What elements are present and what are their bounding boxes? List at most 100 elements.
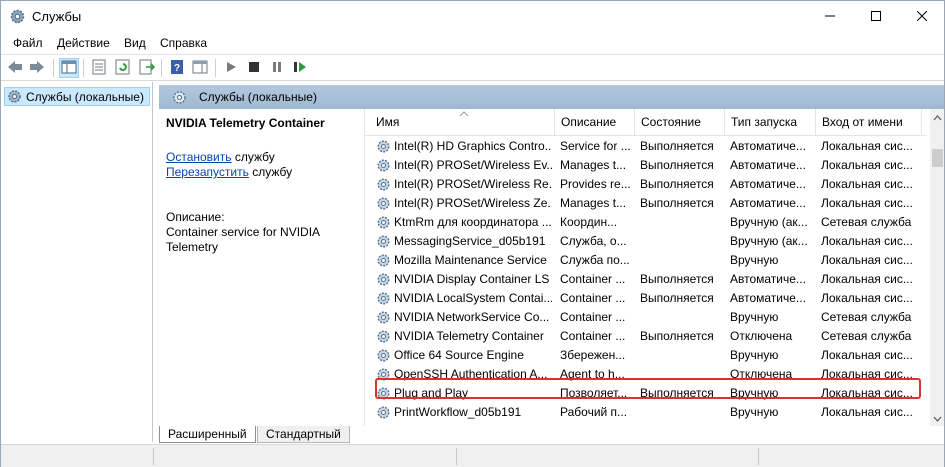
show-action-pane-button[interactable] <box>190 58 210 78</box>
service-gear-icon <box>376 158 391 173</box>
service-gear-icon <box>376 196 391 211</box>
table-row[interactable]: Intel(R) PROSet/Wireless Ze... Manages t.… <box>365 194 927 213</box>
column-header-name[interactable]: Имя <box>370 109 555 136</box>
cell-description: Service for ... <box>560 139 631 153</box>
column-header-description[interactable]: Описание <box>555 109 635 136</box>
cell-name: Intel(R) HD Graphics Contro... <box>376 137 552 156</box>
cell-name: OpenSSH Authentication A... <box>376 365 552 384</box>
column-header-status[interactable]: Состояние <box>635 109 725 136</box>
console-tree-icon <box>61 60 77 77</box>
cell-status: Выполняется <box>640 177 714 191</box>
service-gear-icon <box>376 310 391 325</box>
cell-description: Agent to h... <box>560 367 625 381</box>
table-row[interactable]: Office 64 Source Engine Збережен... Вручну… <box>365 346 927 365</box>
properties-button[interactable] <box>89 58 109 78</box>
cell-status <box>640 213 725 232</box>
cell-log-on-as: Сетевая служба <box>821 310 912 324</box>
chevron-down-icon <box>933 411 942 425</box>
menu-bar: Файл Действие Вид Справка <box>1 33 944 53</box>
table-row[interactable]: Intel(R) PROSet/Wireless Ev... Manages t.… <box>365 156 927 175</box>
table-row[interactable]: KtmRm для координатора ... Координ... Вруч… <box>365 213 927 232</box>
back-button[interactable] <box>5 58 25 78</box>
restart-service-link[interactable]: Перезапустить <box>166 165 249 179</box>
scrollbar-thumb[interactable] <box>932 149 943 167</box>
cell-description: Позволяет... <box>560 386 628 400</box>
menu-action[interactable]: Действие <box>57 36 110 50</box>
column-header-log-on-as[interactable]: Вход от имени <box>816 109 922 136</box>
window-title: Службы <box>32 9 82 24</box>
tab-standard[interactable]: Стандартный <box>257 426 350 443</box>
cell-name: MessagingService_d05b191 <box>376 232 552 251</box>
cell-startup-type: Автоматиче... <box>730 139 806 153</box>
cell-name: Intel(R) PROSet/Wireless Ze... <box>376 194 552 213</box>
table-row[interactable]: NVIDIA LocalSystem Contai... Container ..… <box>365 289 927 308</box>
cell-description: Рабочий п... <box>560 405 628 419</box>
table-row[interactable]: Intel(R) PROSet/Wireless Re... Provides r… <box>365 175 927 194</box>
table-row[interactable]: NVIDIA NetworkService Co... Container ...… <box>365 308 927 327</box>
cell-description: Container ... <box>560 291 626 305</box>
table-row[interactable]: OpenSSH Authentication A... Agent to h...… <box>365 365 927 384</box>
vertical-scrollbar[interactable] <box>930 109 944 426</box>
export-list-button[interactable] <box>137 58 157 78</box>
stop-service-button[interactable] <box>244 58 264 78</box>
stop-service-link[interactable]: Остановить <box>166 150 232 164</box>
cell-description: Служба по... <box>560 253 630 267</box>
cell-startup-type: Отключена <box>730 329 793 343</box>
services-gear-icon <box>9 8 26 25</box>
table-row[interactable]: NVIDIA Display Container LS Container ...… <box>365 270 927 289</box>
cell-log-on-as: Локальная сис... <box>821 348 913 362</box>
table-row[interactable]: Intel(R) HD Graphics Contro... Service fo… <box>365 137 927 156</box>
title-bar: Службы <box>1 1 944 32</box>
cell-startup-type: Вручную <box>730 405 779 419</box>
cell-log-on-as: Локальная сис... <box>821 272 913 286</box>
table-row[interactable]: Plug and Play Позволяет... Выполняется Вруч… <box>365 384 927 403</box>
restart-service-button[interactable] <box>290 58 310 78</box>
forward-button[interactable] <box>27 58 47 78</box>
scroll-up-button[interactable] <box>930 109 944 125</box>
tree-item-services-local[interactable]: Службы (локальные) <box>4 87 150 106</box>
help-button[interactable]: ? <box>167 58 187 78</box>
stop-service-suffix: службу <box>231 150 275 164</box>
stop-icon <box>248 61 260 76</box>
cell-startup-type: Вручную <box>730 348 779 362</box>
tab-extended[interactable]: Расширенный <box>159 426 256 443</box>
close-button[interactable] <box>899 1 945 32</box>
cell-name: Intel(R) PROSet/Wireless Re... <box>376 175 552 194</box>
cell-name: NVIDIA Display Container LS <box>376 270 552 289</box>
table-row[interactable]: NVIDIA Telemetry Container Container ... В… <box>365 327 927 346</box>
table-row[interactable]: Mozilla Maintenance Service Служба по... В… <box>365 251 927 270</box>
service-name-label: Plug and Play <box>394 386 469 400</box>
minimize-button[interactable] <box>807 1 853 32</box>
column-header-startup-type[interactable]: Тип запуска <box>725 109 816 136</box>
service-gear-icon <box>376 215 391 230</box>
table-row[interactable]: MessagingService_d05b191 Служба, о... Вруч… <box>365 232 927 251</box>
close-icon <box>916 10 928 24</box>
action-pane-icon <box>192 60 208 77</box>
scroll-down-button[interactable] <box>930 410 944 426</box>
show-hide-console-tree-button[interactable] <box>59 58 79 78</box>
maximize-button[interactable] <box>853 1 899 32</box>
service-name-label: Intel(R) PROSet/Wireless Re... <box>394 177 552 191</box>
start-service-button[interactable] <box>221 58 241 78</box>
menu-view[interactable]: Вид <box>124 36 146 50</box>
menu-file[interactable]: Файл <box>13 36 43 50</box>
back-arrow-icon <box>7 60 23 77</box>
cell-status <box>640 308 725 327</box>
export-icon <box>139 59 156 78</box>
refresh-button[interactable] <box>113 58 133 78</box>
cell-description: Координ... <box>560 215 618 229</box>
table-row[interactable]: PrintWorkflow_d05b191 Рабочий п... Вручную… <box>365 403 927 422</box>
cell-name: PrintWorkflow_d05b191 <box>376 403 552 422</box>
properties-icon <box>92 59 106 78</box>
service-gear-icon <box>376 405 391 420</box>
table-header: Имя Описание Состояние Тип запуска Вход … <box>365 109 927 136</box>
cell-name: NVIDIA LocalSystem Contai... <box>376 289 552 308</box>
service-name-label: NVIDIA Display Container LS <box>394 272 550 286</box>
pause-service-button[interactable] <box>267 58 287 78</box>
restart-service-action: Перезапустить службу <box>166 165 292 179</box>
menu-help[interactable]: Справка <box>160 36 207 50</box>
cell-name: Plug and Play <box>376 384 552 403</box>
service-name-label: MessagingService_d05b191 <box>394 234 546 248</box>
cell-log-on-as: Локальная сис... <box>821 405 913 419</box>
service-gear-icon <box>376 329 391 344</box>
